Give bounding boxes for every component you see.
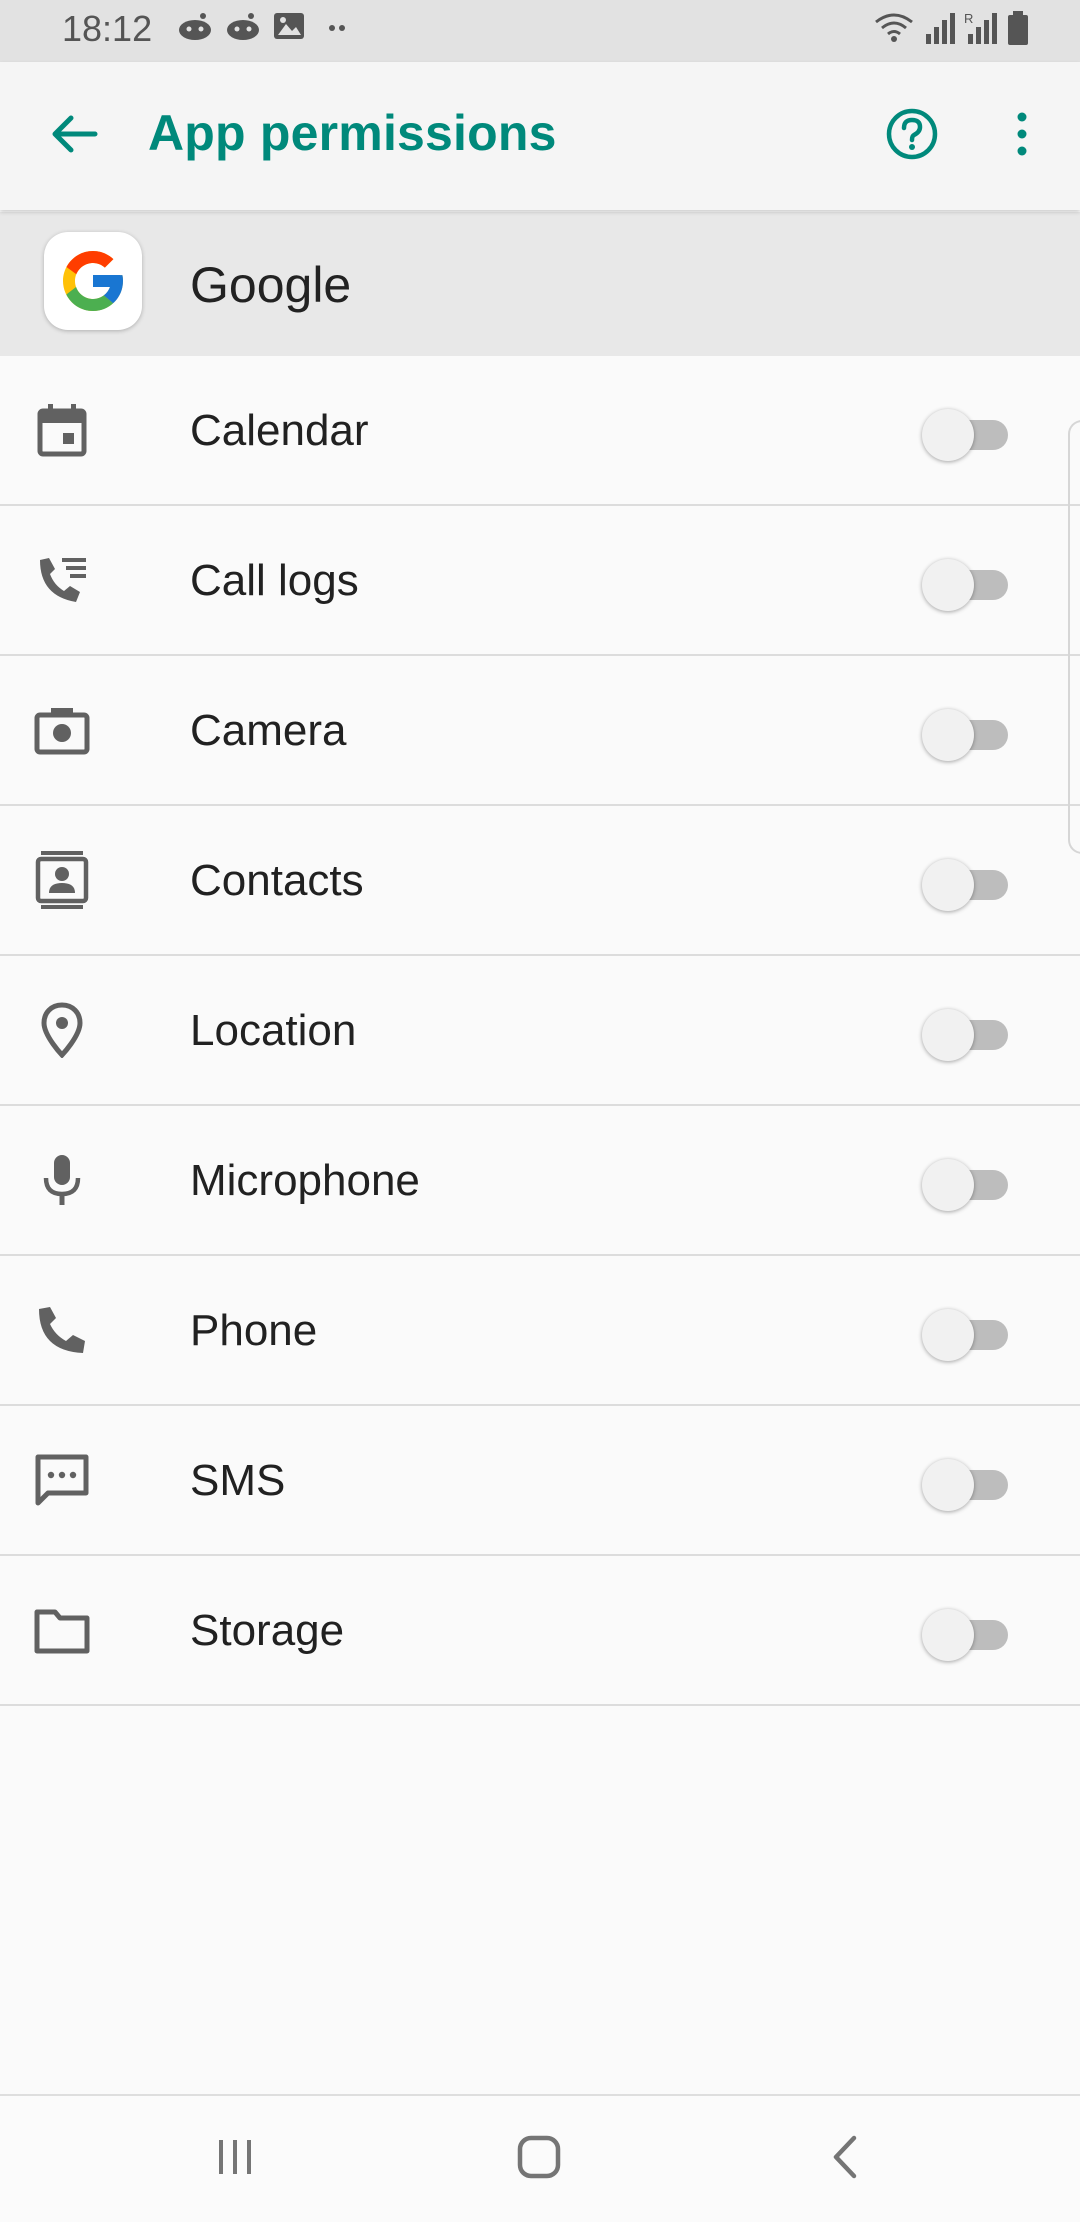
app-bar: App permissions xyxy=(0,62,1080,210)
microphone-icon xyxy=(32,1150,92,1210)
nav-back-button[interactable] xyxy=(820,2132,870,2186)
home-icon xyxy=(516,2134,562,2185)
app-header: Google xyxy=(0,212,1080,356)
permission-toggle[interactable] xyxy=(922,404,1008,461)
permission-toggle[interactable] xyxy=(922,1604,1008,1661)
permissions-list: Calendar Call logs Camera Contacts Locat… xyxy=(0,356,1080,1706)
permission-row-calendar[interactable]: Calendar xyxy=(0,356,1080,506)
permission-row-microphone[interactable]: Microphone xyxy=(0,1106,1080,1256)
help-button[interactable] xyxy=(882,106,942,166)
more-dots-icon xyxy=(316,10,356,42)
location-pin-icon xyxy=(32,1000,92,1060)
folder-icon xyxy=(32,1600,92,1660)
battery-icon xyxy=(1006,10,1030,46)
status-bar: 18:12 R xyxy=(0,0,1080,62)
permission-label: Calendar xyxy=(190,406,369,455)
reddit-icon xyxy=(224,10,262,42)
recents-button[interactable] xyxy=(210,2134,260,2184)
recents-icon xyxy=(213,2137,257,2182)
edge-panel-handle[interactable] xyxy=(1068,420,1080,854)
signal-icon xyxy=(924,10,956,46)
permission-row-location[interactable]: Location xyxy=(0,956,1080,1106)
help-circle-icon xyxy=(885,107,939,166)
permission-toggle[interactable] xyxy=(922,1004,1008,1061)
call-log-icon xyxy=(32,550,92,610)
system-icons: R xyxy=(872,10,1030,46)
calendar-icon xyxy=(32,400,92,460)
back-chevron-icon xyxy=(830,2134,860,2185)
permission-label: SMS xyxy=(190,1456,286,1505)
status-time: 18:12 xyxy=(62,8,153,49)
sms-icon xyxy=(32,1450,92,1510)
permission-toggle[interactable] xyxy=(922,554,1008,611)
svg-text:R: R xyxy=(964,11,973,26)
permission-toggle[interactable] xyxy=(922,854,1008,911)
wifi-icon xyxy=(872,10,916,46)
permission-row-camera[interactable]: Camera xyxy=(0,656,1080,806)
google-g-logo xyxy=(44,232,142,330)
permission-label: Storage xyxy=(190,1606,345,1655)
more-vert-icon xyxy=(1016,111,1028,162)
permission-label: Call logs xyxy=(190,556,359,605)
app-name: Google xyxy=(190,257,352,313)
permission-row-contacts[interactable]: Contacts xyxy=(0,806,1080,956)
permission-toggle[interactable] xyxy=(922,1304,1008,1361)
permission-row-sms[interactable]: SMS xyxy=(0,1406,1080,1556)
contacts-icon xyxy=(32,850,92,910)
signal-roaming-icon: R xyxy=(964,10,998,46)
page-title: App permissions xyxy=(148,105,557,161)
permission-label: Microphone xyxy=(190,1156,420,1205)
back-button[interactable] xyxy=(44,108,104,164)
navigation-bar xyxy=(0,2094,1080,2222)
reddit-icon xyxy=(176,10,214,42)
permission-label: Location xyxy=(190,1006,357,1055)
camera-icon xyxy=(32,700,92,760)
more-options-button[interactable] xyxy=(1000,106,1044,166)
image-icon xyxy=(272,10,306,42)
permission-toggle[interactable] xyxy=(922,1154,1008,1211)
notification-icons xyxy=(176,10,356,42)
permission-row-storage[interactable]: Storage xyxy=(0,1556,1080,1706)
permission-row-phone[interactable]: Phone xyxy=(0,1256,1080,1406)
phone-icon xyxy=(32,1300,92,1360)
arrow-back-icon xyxy=(49,114,99,159)
permission-label: Phone xyxy=(190,1306,318,1355)
permission-toggle[interactable] xyxy=(922,704,1008,761)
permission-label: Camera xyxy=(190,706,347,755)
permission-row-call-logs[interactable]: Call logs xyxy=(0,506,1080,656)
home-button[interactable] xyxy=(512,2132,566,2186)
permission-toggle[interactable] xyxy=(922,1454,1008,1511)
permission-label: Contacts xyxy=(190,856,364,905)
